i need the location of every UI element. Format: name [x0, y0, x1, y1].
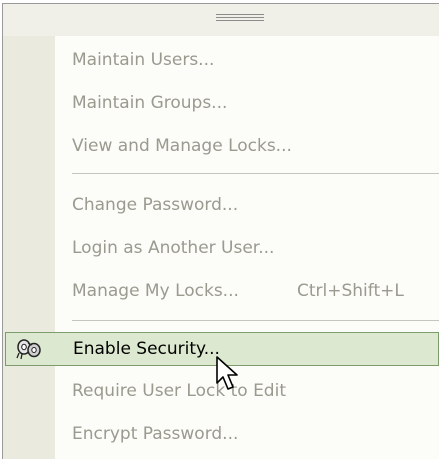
menu-item-manage-my-locks[interactable]: Manage My Locks... Ctrl+Shift+L [3, 274, 439, 308]
menu-item-maintain-users[interactable]: Maintain Users... [3, 43, 439, 77]
menu-item-maintain-groups[interactable]: Maintain Groups... [3, 86, 439, 120]
menu-item-label: Require User Lock to Edit [72, 381, 286, 401]
menu-item-label: Login as Another User... [72, 238, 275, 258]
security-key-icon [16, 338, 42, 360]
menu-item-shortcut: Ctrl+Shift+L [297, 281, 404, 301]
menu-item-label: Maintain Groups... [72, 93, 228, 113]
drag-grip-icon[interactable] [216, 14, 264, 21]
menu-item-label: Maintain Users... [72, 50, 215, 70]
menu-item-encrypt-password[interactable]: Encrypt Password... [3, 417, 439, 451]
menu-item-change-password[interactable]: Change Password... [3, 188, 439, 222]
menu-item-label: View and Manage Locks... [72, 136, 292, 156]
menu-item-label: Manage My Locks... [72, 281, 239, 301]
screenshot-frame: Maintain Users... Maintain Groups... Vie… [0, 0, 439, 459]
menu-separator [72, 320, 439, 321]
menu-grip-bar[interactable] [3, 4, 439, 36]
menu-item-label: Change Password... [72, 195, 239, 215]
menu-separator [72, 173, 439, 174]
menu-item-label: Encrypt Password... [72, 424, 239, 444]
menu-item-login-another-user[interactable]: Login as Another User... [3, 231, 439, 265]
menu-item-label: Enable Security... [73, 339, 220, 359]
mouse-pointer-icon [215, 355, 241, 393]
menu-item-view-manage-locks[interactable]: View and Manage Locks... [3, 129, 439, 163]
